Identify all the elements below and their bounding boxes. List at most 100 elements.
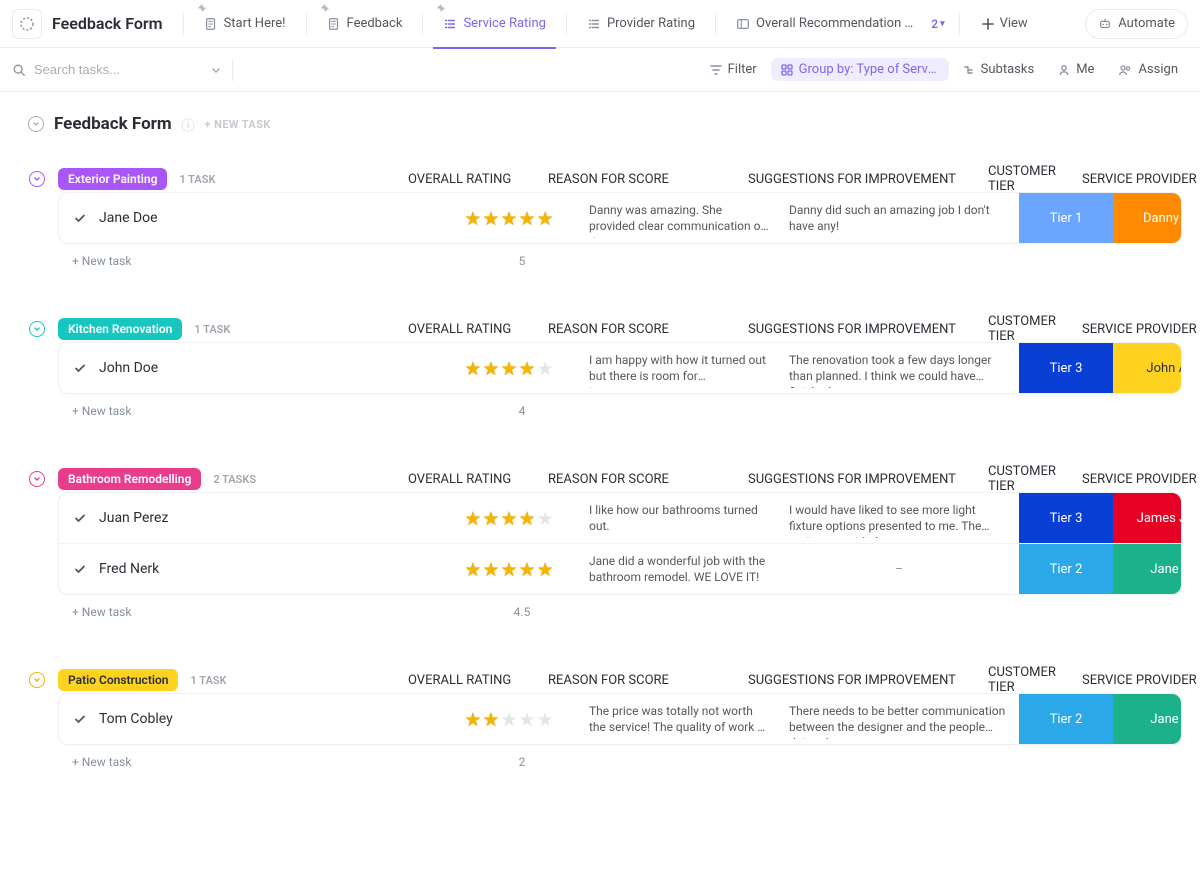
table-row[interactable]: Jane Doe ★★★★★ Danny was amazing. She pr…: [59, 193, 1181, 243]
hidden-tabs-count[interactable]: 2 ▾: [927, 15, 948, 33]
tab-feedback[interactable]: Feedback: [317, 0, 413, 48]
group-toggle[interactable]: [28, 320, 46, 338]
rating-cell[interactable]: ★★★★★: [439, 558, 579, 581]
group-average: 4: [452, 404, 592, 418]
table-row[interactable]: Tom Cobley ★★★★★ The price was totally n…: [59, 694, 1181, 744]
tab-start-here[interactable]: Start Here!: [194, 0, 296, 48]
col-provider: SERVICE PROVIDER: [1082, 472, 1200, 487]
separator: [959, 13, 960, 35]
group: Patio Construction 1 TASK OVERALL RATING…: [28, 665, 1182, 769]
table-row[interactable]: Fred Nerk ★★★★★ Jane did a wonderful job…: [59, 543, 1181, 594]
suggestion-cell[interactable]: I would have liked to see more light fix…: [779, 498, 1019, 538]
group-badge[interactable]: Patio Construction: [58, 669, 178, 691]
table-row[interactable]: Juan Perez ★★★★★ I like how our bathroom…: [59, 493, 1181, 543]
group-toggle[interactable]: [28, 470, 46, 488]
filter-button[interactable]: Filter: [700, 58, 767, 81]
provider-cell[interactable]: Danny Rogers: [1113, 193, 1182, 243]
col-reason: REASON FOR SCORE: [548, 172, 748, 187]
chevron-circle-icon[interactable]: [28, 116, 44, 132]
tab-overall-recommendation[interactable]: Overall Recommendation …: [726, 0, 923, 48]
tab-provider-rating[interactable]: Provider Rating: [577, 0, 705, 48]
chevron-down-icon[interactable]: [210, 64, 222, 76]
star-icon: ★: [464, 708, 481, 731]
reason-cell[interactable]: I like how our bathrooms turned out.: [579, 498, 779, 538]
col-suggestions: SUGGESTIONS FOR IMPROVEMENT: [748, 673, 988, 688]
suggestion-cell[interactable]: The renovation took a few days longer th…: [779, 348, 1019, 388]
col-reason: REASON FOR SCORE: [548, 322, 748, 337]
doc-icon: [204, 17, 218, 31]
task-count: 1 TASK: [194, 323, 230, 336]
me-button[interactable]: Me: [1048, 58, 1104, 81]
tier-cell[interactable]: Tier 1: [1019, 193, 1113, 243]
group-badge[interactable]: Kitchen Renovation: [58, 318, 182, 340]
group-toggle[interactable]: [28, 170, 46, 188]
add-view-button[interactable]: View: [970, 9, 1040, 39]
provider-cell[interactable]: James Johnson: [1113, 493, 1182, 543]
suggestion-cell[interactable]: –: [779, 557, 1019, 581]
toolbar: Filter Group by: Type of Service… Subtas…: [0, 48, 1200, 92]
table-row[interactable]: John Doe ★★★★★ I am happy with how it tu…: [59, 343, 1181, 393]
task-block: Tom Cobley ★★★★★ The price was totally n…: [58, 693, 1182, 745]
col-overall: OVERALL RATING: [408, 322, 548, 337]
new-task-row[interactable]: + New task: [72, 605, 452, 619]
group-icon: [781, 64, 793, 76]
task-name: Juan Perez: [99, 510, 168, 526]
groupby-button[interactable]: Group by: Type of Service…: [771, 58, 949, 81]
group-badge[interactable]: Exterior Painting: [58, 168, 167, 190]
rating-cell[interactable]: ★★★★★: [439, 357, 579, 380]
separator: [566, 13, 567, 35]
app-icon: [12, 9, 42, 39]
group-badge[interactable]: Bathroom Remodelling: [58, 468, 201, 490]
star-icon: ★: [482, 708, 499, 731]
new-task-button[interactable]: + NEW TASK: [205, 118, 271, 131]
star-icon: ★: [537, 357, 554, 380]
check-icon: [73, 712, 87, 726]
star-icon: ★: [464, 558, 481, 581]
task-count: 2 TASKS: [213, 473, 256, 486]
group-average: 4.5: [452, 605, 592, 619]
group-footer: + New task 5: [58, 244, 1182, 268]
subtasks-button[interactable]: Subtasks: [953, 58, 1045, 81]
assign-button[interactable]: Assign: [1108, 58, 1188, 81]
search-input[interactable]: [34, 62, 184, 77]
tier-cell[interactable]: Tier 2: [1019, 694, 1113, 744]
suggestion-cell[interactable]: There needs to be better communication b…: [779, 699, 1019, 739]
new-task-row[interactable]: + New task: [72, 755, 452, 769]
rating-cell[interactable]: ★★★★★: [439, 507, 579, 530]
search-icon: [12, 63, 26, 77]
separator: [306, 13, 307, 35]
separator: [422, 13, 423, 35]
new-task-row[interactable]: + New task: [72, 404, 452, 418]
people-icon: [1118, 64, 1132, 76]
task-count: 1 TASK: [179, 173, 215, 186]
provider-cell[interactable]: Jane Smith: [1113, 694, 1182, 744]
new-task-row[interactable]: + New task: [72, 254, 452, 268]
pin-icon: [437, 4, 445, 12]
provider-cell[interactable]: Jane Smith: [1113, 544, 1182, 594]
reason-cell[interactable]: I am happy with how it turned out but th…: [579, 348, 779, 388]
rating-cell[interactable]: ★★★★★: [439, 207, 579, 230]
star-icon: ★: [464, 207, 481, 230]
suggestion-cell[interactable]: Danny did such an amazing job I don't ha…: [779, 198, 1019, 238]
info-icon[interactable]: ⓘ: [182, 115, 195, 134]
tier-cell[interactable]: Tier 3: [1019, 493, 1113, 543]
tab-label: Service Rating: [463, 16, 546, 31]
task-name: Tom Cobley: [99, 711, 173, 727]
plus-icon: [982, 18, 994, 30]
automate-button[interactable]: Automate: [1085, 9, 1188, 39]
provider-cell[interactable]: John Adams: [1113, 343, 1182, 393]
topbar: Feedback Form Start Here! Feedback Servi…: [0, 0, 1200, 48]
reason-cell[interactable]: Danny was amazing. She provided clear co…: [579, 198, 779, 238]
reason-cell[interactable]: Jane did a wonderful job with the bathro…: [579, 549, 779, 589]
subtasks-icon: [963, 64, 975, 76]
tier-cell[interactable]: Tier 2: [1019, 544, 1113, 594]
star-icon: ★: [482, 207, 499, 230]
tab-service-rating[interactable]: Service Rating: [433, 0, 556, 48]
reason-cell[interactable]: The price was totally not worth the serv…: [579, 699, 779, 739]
tier-cell[interactable]: Tier 3: [1019, 343, 1113, 393]
rating-cell[interactable]: ★★★★★: [439, 708, 579, 731]
star-icon: ★: [500, 207, 517, 230]
group-toggle[interactable]: [28, 671, 46, 689]
check-icon: [73, 361, 87, 375]
task-block: Juan Perez ★★★★★ I like how our bathroom…: [58, 492, 1182, 595]
